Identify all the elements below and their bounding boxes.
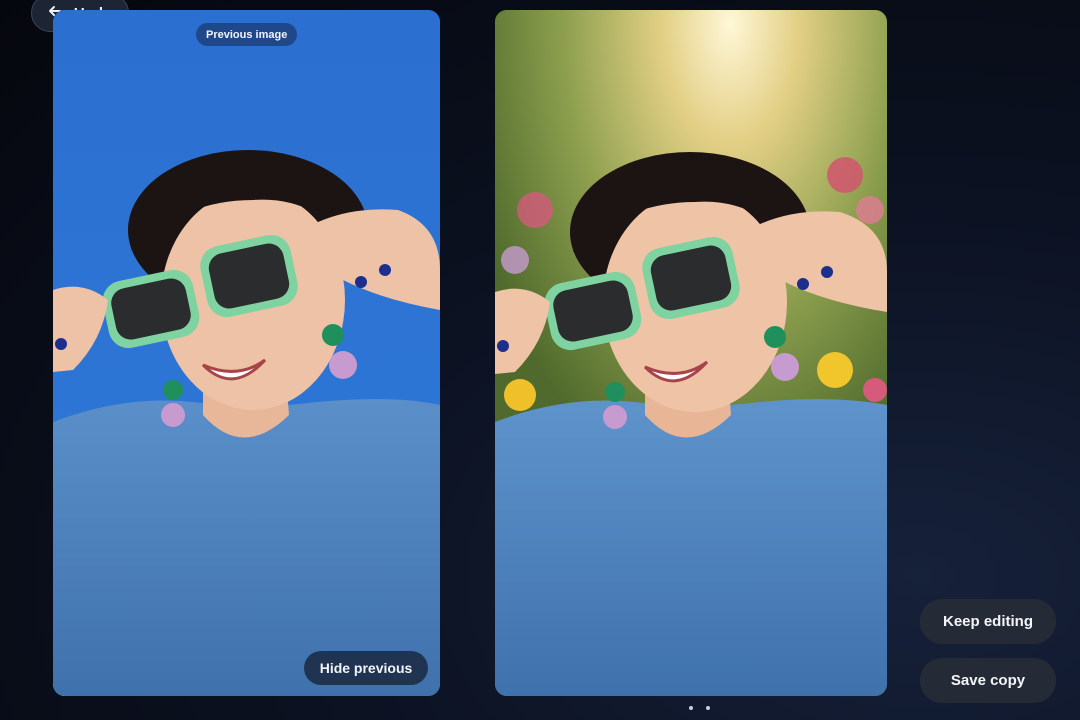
hide-previous-button[interactable]: Hide previous	[304, 651, 428, 685]
previous-image-label: Previous image	[196, 23, 298, 46]
previous-image-panel: Previous image Hide previous	[53, 10, 440, 696]
keep-editing-button[interactable]: Keep editing	[920, 599, 1056, 644]
page-dot	[689, 706, 693, 710]
page-dot	[706, 706, 710, 710]
edited-image-panel	[495, 10, 887, 696]
save-copy-button[interactable]: Save copy	[920, 658, 1056, 703]
previous-image	[53, 10, 440, 696]
page-indicator	[689, 706, 710, 710]
edited-image	[495, 10, 887, 696]
